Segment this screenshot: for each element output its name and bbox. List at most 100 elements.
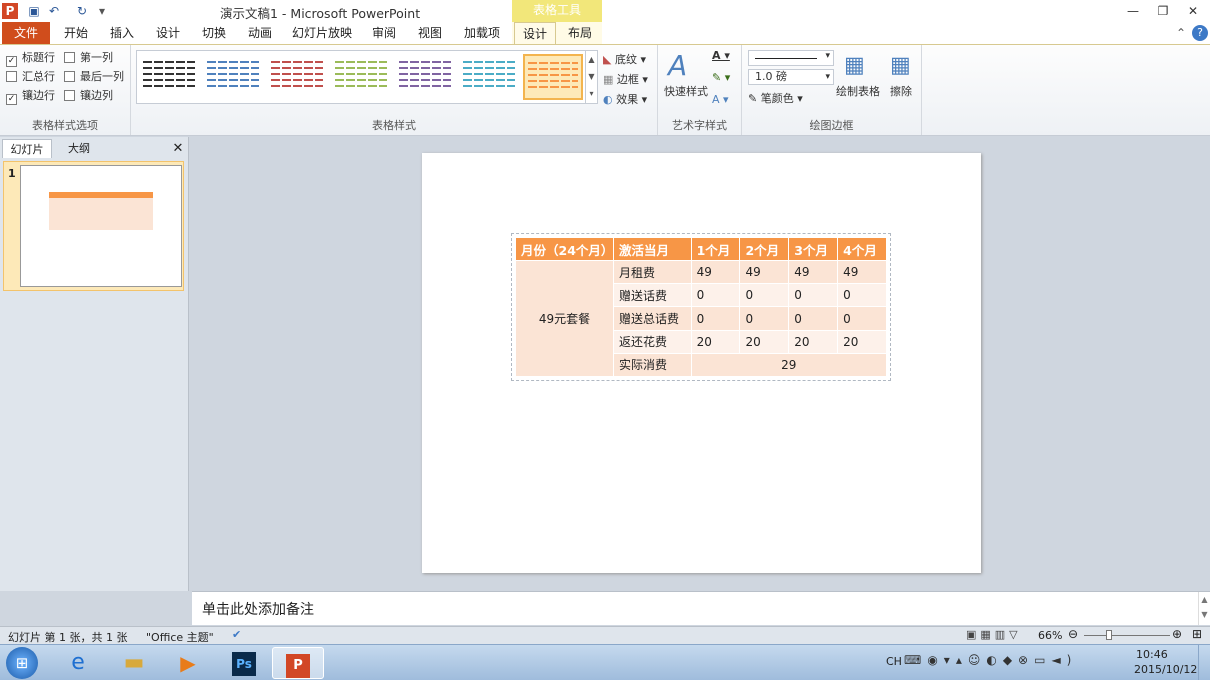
powerpoint-taskbar-icon[interactable]: P: [286, 654, 310, 678]
tab-slideshow[interactable]: 幻灯片放映: [288, 22, 356, 44]
powerpoint-logo-icon[interactable]: P: [2, 3, 18, 19]
zoom-in-icon[interactable]: ⊕: [1172, 627, 1182, 641]
table-cell[interactable]: 49: [837, 260, 887, 285]
eraser-button[interactable]: 擦除: [890, 83, 912, 99]
start-button-icon[interactable]: ⊞: [6, 647, 38, 679]
effects-button[interactable]: ◐ 效果 ▾: [603, 91, 647, 107]
table-cell[interactable]: 20: [788, 329, 839, 354]
total-row-checkbox[interactable]: 汇总行: [6, 70, 55, 86]
tab-table-layout[interactable]: 布局: [560, 22, 600, 44]
pen-color-button[interactable]: ✎ 笔颜色 ▾: [748, 90, 803, 106]
quick-styles-button[interactable]: 快速样式: [664, 83, 708, 99]
table-header-cell[interactable]: 4个月: [837, 236, 887, 262]
draw-table-button[interactable]: 绘制表格: [836, 83, 880, 99]
theme-status[interactable]: "Office 主题": [146, 629, 214, 645]
customize-toolbar-icon[interactable]: ▾: [94, 3, 110, 19]
tab-outline[interactable]: 大纲: [54, 139, 104, 158]
table-cell[interactable]: 返还花费: [613, 329, 692, 354]
slide-thumbnail[interactable]: [20, 165, 182, 287]
zoom-level[interactable]: 66%: [1038, 629, 1062, 642]
table-cell[interactable]: 0: [739, 283, 790, 308]
table-cell[interactable]: 0: [690, 306, 741, 331]
photoshop-icon[interactable]: Ps: [232, 652, 256, 676]
fit-to-window-icon[interactable]: ⊞: [1192, 627, 1202, 641]
table-cell[interactable]: 20: [690, 329, 741, 354]
table-cell[interactable]: 0: [788, 283, 839, 308]
tab-home[interactable]: 开始: [58, 22, 94, 44]
notes-scrollbar[interactable]: ▲ ▼: [1198, 592, 1210, 625]
table-cell[interactable]: 赠送总话费: [613, 306, 692, 331]
table-style-swatch[interactable]: [463, 57, 515, 97]
spell-check-icon[interactable]: ✔: [232, 628, 241, 641]
table-cell[interactable]: 0: [739, 306, 790, 331]
tab-transitions[interactable]: 切换: [196, 22, 232, 44]
pen-style-dropdown[interactable]: ▾: [748, 50, 834, 66]
banded-rows-checkbox[interactable]: ✓ 镶边行: [6, 89, 55, 105]
table-header-cell[interactable]: 月份（24个月）: [515, 236, 614, 262]
clock-time[interactable]: 10:46: [1136, 648, 1168, 661]
pen-weight-dropdown[interactable]: 1.0 磅 ▾: [748, 69, 834, 85]
table-cell[interactable]: 49: [690, 260, 741, 285]
table-cell[interactable]: 49: [788, 260, 839, 285]
table-style-swatch[interactable]: [271, 57, 323, 97]
collapse-ribbon-icon[interactable]: ⌃: [1174, 22, 1188, 44]
table-cell-merged[interactable]: 29: [690, 352, 888, 378]
tab-slides[interactable]: 幻灯片: [2, 139, 52, 158]
tab-design[interactable]: 设计: [150, 22, 186, 44]
header-row-checkbox[interactable]: ✓ 标题行: [6, 51, 55, 67]
eraser-icon[interactable]: ▦: [890, 53, 911, 78]
tab-insert[interactable]: 插入: [104, 22, 140, 44]
table-cell[interactable]: 0: [690, 283, 741, 308]
clock-date[interactable]: 2015/10/12: [1134, 663, 1197, 676]
text-outline-icon[interactable]: ✎ ▾: [712, 71, 730, 84]
gallery-scroll-icon[interactable]: ▲ ▼ ▾: [585, 51, 597, 103]
table-styles-gallery[interactable]: ▲ ▼ ▾: [136, 50, 598, 104]
save-icon[interactable]: ▣: [26, 3, 42, 19]
table-header-cell[interactable]: 2个月: [739, 236, 790, 262]
zoom-out-icon[interactable]: ⊖: [1068, 627, 1078, 641]
first-column-checkbox[interactable]: 第一列: [64, 51, 113, 67]
wordart-a-icon[interactable]: A: [668, 49, 687, 82]
notes-placeholder[interactable]: 单击此处添加备注: [202, 599, 314, 619]
table-cell[interactable]: 20: [837, 329, 887, 354]
table-cell[interactable]: 月租费: [613, 260, 692, 285]
folder-icon[interactable]: ▬: [108, 647, 160, 679]
show-desktop-button[interactable]: [1198, 645, 1210, 680]
close-pane-icon[interactable]: ✕: [170, 139, 186, 158]
merged-plan-cell[interactable]: 49元套餐: [515, 260, 614, 377]
table-cell[interactable]: 实际消费: [613, 352, 692, 378]
table-header-cell[interactable]: 3个月: [788, 236, 839, 262]
tab-table-design[interactable]: 设计: [514, 22, 556, 45]
table-cell[interactable]: 赠送话费: [613, 283, 692, 308]
tab-view[interactable]: 视图: [412, 22, 448, 44]
zoom-slider[interactable]: [1084, 635, 1170, 636]
table-header-cell[interactable]: 1个月: [690, 236, 741, 262]
media-player-icon[interactable]: ▶: [162, 647, 214, 679]
restore-button[interactable]: ❐: [1150, 2, 1176, 20]
tab-review[interactable]: 审阅: [366, 22, 402, 44]
draw-table-icon[interactable]: ▦: [844, 53, 865, 78]
banded-columns-checkbox[interactable]: 镶边列: [64, 89, 113, 105]
table-cell[interactable]: 20: [739, 329, 790, 354]
help-icon[interactable]: ?: [1192, 25, 1208, 41]
view-buttons[interactable]: ▣▦▥▽: [966, 628, 1022, 641]
table-header-cell[interactable]: 激活当月: [613, 236, 692, 262]
undo-icon[interactable]: ↶: [46, 3, 62, 19]
tray-icons[interactable]: ⌨◉▾▴☺◐◆⊗▭◄): [904, 653, 1077, 667]
text-effects-icon[interactable]: A ▾: [712, 93, 729, 106]
table-style-swatch[interactable]: [207, 57, 259, 97]
tab-addins[interactable]: 加载项: [458, 22, 506, 44]
table-style-swatch[interactable]: [399, 57, 451, 97]
last-column-checkbox[interactable]: 最后一列: [64, 70, 124, 86]
table-cell[interactable]: 0: [837, 283, 887, 308]
tab-file[interactable]: 文件: [2, 22, 50, 44]
tab-animations[interactable]: 动画: [242, 22, 278, 44]
table-style-swatch[interactable]: [143, 57, 195, 97]
table-style-swatch[interactable]: [335, 57, 387, 97]
pricing-table[interactable]: 月份（24个月） 激活当月 1个月 2个月 3个月 4个月 49元套餐 月租费 …: [515, 236, 888, 378]
text-fill-icon[interactable]: A ▾: [712, 49, 730, 62]
borders-button[interactable]: ▦ 边框 ▾: [603, 71, 648, 87]
shading-button[interactable]: ◣ 底纹 ▾: [603, 51, 646, 67]
zoom-slider-thumb[interactable]: [1106, 630, 1112, 640]
close-window-button[interactable]: ✕: [1180, 2, 1206, 20]
